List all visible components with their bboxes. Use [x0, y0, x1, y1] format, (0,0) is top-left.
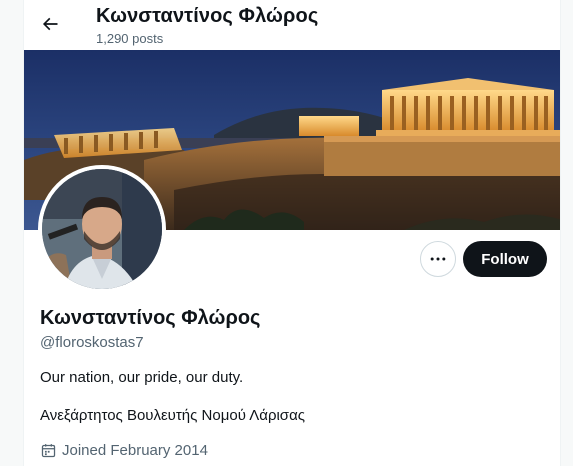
avatar[interactable] — [38, 165, 166, 293]
back-button[interactable] — [34, 8, 66, 40]
avatar-image — [42, 169, 162, 289]
follow-button[interactable]: Follow — [463, 241, 547, 277]
bio-line: Our nation, our pride, our duty. — [40, 369, 244, 386]
bio-line: Ανεξάρτητος Βουλευτής Νομού Λάρισας — [40, 407, 305, 424]
profile-handle: @floroskostas7 — [40, 334, 144, 351]
more-button[interactable] — [420, 241, 456, 277]
more-horizontal-icon — [430, 257, 446, 261]
arrow-left-icon — [42, 17, 58, 31]
profile-column: Κωνσταντίνος Φλώρος 1,290 posts Follow Κ… — [23, 0, 561, 466]
posts-count: 1,290 posts — [96, 31, 164, 46]
joined-date: Joined February 2014 — [40, 440, 208, 460]
profile-display-name: Κωνσταντίνος Φλώρος — [40, 307, 261, 329]
calendar-icon — [41, 443, 56, 457]
header-display-name: Κωνσταντίνος Φλώρος — [96, 5, 319, 27]
joined-label: Joined February 2014 — [62, 441, 208, 459]
profile-header: Κωνσταντίνος Φλώρος 1,290 posts — [24, 0, 560, 50]
